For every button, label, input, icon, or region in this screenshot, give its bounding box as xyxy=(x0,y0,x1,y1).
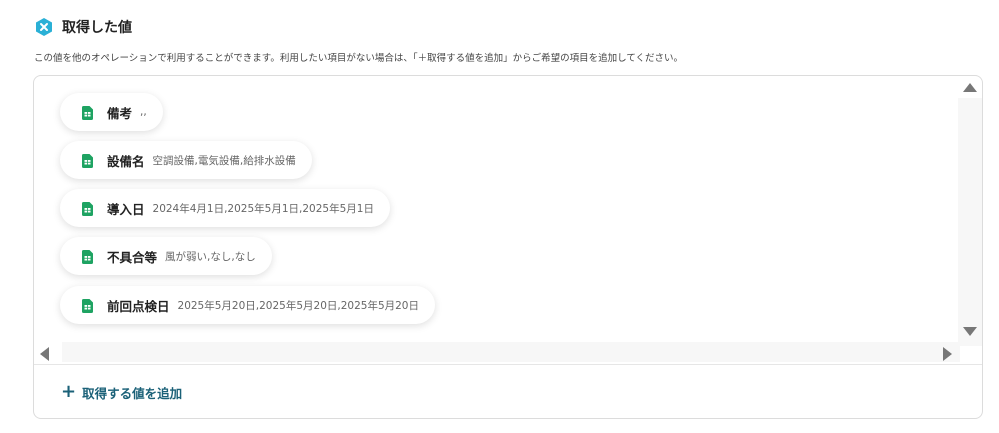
values-panel: 備考 ,, 設備名 空調設備,電気設備,給排水設備 導入日 2024年4月1日,… xyxy=(33,75,983,419)
section-title: 取得した値 xyxy=(62,20,132,36)
value-chip-zenkai-tenkenbi[interactable]: 前回点検日 2025年5月20日,2025年5月20日,2025年5月20日 xyxy=(60,286,435,324)
chip-label: 不具合等 xyxy=(107,249,158,265)
google-sheets-icon xyxy=(82,153,93,168)
plus-icon: + xyxy=(61,381,77,402)
horizontal-scrollbar-track[interactable] xyxy=(62,342,960,362)
google-sheets-icon xyxy=(82,201,93,216)
value-chip-fuguaito[interactable]: 不具合等 風が弱い,なし,なし xyxy=(60,237,272,275)
chip-label: 備考 xyxy=(107,105,133,121)
scroll-left-arrow-icon[interactable] xyxy=(40,347,49,361)
values-scroll-area[interactable]: 備考 ,, 設備名 空調設備,電気設備,給排水設備 導入日 2024年4月1日,… xyxy=(34,76,982,364)
add-value-button[interactable]: + 取得する値を追加 xyxy=(61,379,182,405)
scroll-right-arrow-icon[interactable] xyxy=(943,347,952,361)
scroll-down-arrow-icon[interactable] xyxy=(963,327,977,336)
google-sheets-icon xyxy=(82,249,93,264)
section-header: 取得した値 xyxy=(34,16,132,38)
chip-value: 風が弱い,なし,なし xyxy=(165,250,256,263)
google-sheets-icon xyxy=(82,298,93,313)
chip-label: 設備名 xyxy=(107,153,145,169)
add-value-label: 取得する値を追加 xyxy=(82,385,183,401)
value-chip-setsubimei[interactable]: 設備名 空調設備,電気設備,給排水設備 xyxy=(60,141,312,179)
chip-value: 2024年4月1日,2025年5月1日,2025年5月1日 xyxy=(152,202,374,215)
google-sheets-icon xyxy=(82,105,93,120)
chip-value: 2025年5月20日,2025年5月20日,2025年5月20日 xyxy=(177,299,419,312)
vertical-scrollbar-track[interactable] xyxy=(958,98,982,346)
x-badge-icon xyxy=(34,17,54,37)
panel-divider xyxy=(34,364,982,365)
value-chip-dounyubi[interactable]: 導入日 2024年4月1日,2025年5月1日,2025年5月1日 xyxy=(60,189,390,227)
description-text: この値を他のオペレーションで利用することができます。利用したい項目がない場合は、… xyxy=(34,53,684,64)
chip-value: 空調設備,電気設備,給排水設備 xyxy=(152,154,296,167)
value-chip-biko[interactable]: 備考 ,, xyxy=(60,93,163,131)
chip-label: 導入日 xyxy=(107,201,145,217)
scroll-up-arrow-icon[interactable] xyxy=(963,83,977,92)
chip-value: ,, xyxy=(140,106,147,118)
chip-label: 前回点検日 xyxy=(107,298,170,314)
